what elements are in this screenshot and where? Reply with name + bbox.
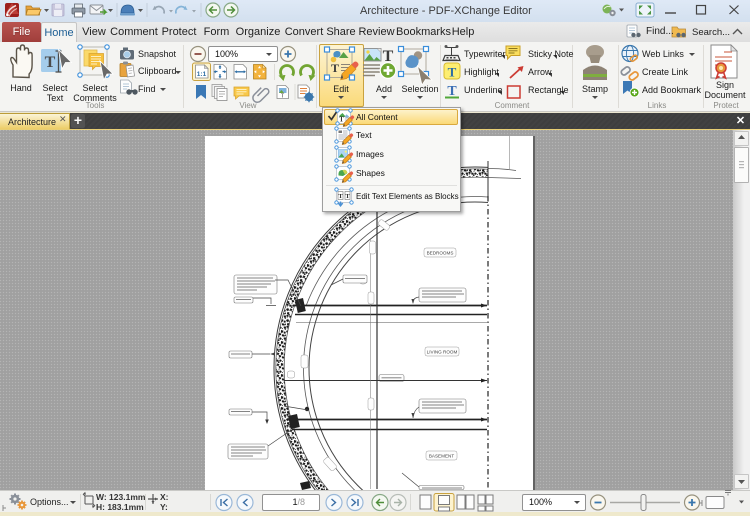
svg-text:LIVING ROOM: LIVING ROOM	[427, 350, 458, 355]
svg-text:BEDROOMS: BEDROOMS	[427, 251, 454, 256]
svg-text:T: T	[338, 193, 343, 200]
svg-text:T: T	[45, 54, 56, 71]
svg-text:T: T	[448, 65, 457, 80]
svg-text:T: T	[345, 193, 350, 200]
svg-text:1:1: 1:1	[197, 71, 207, 78]
svg-text:T: T	[331, 61, 339, 75]
svg-text:T: T	[339, 116, 344, 124]
svg-text:BASEMENT: BASEMENT	[429, 454, 454, 459]
